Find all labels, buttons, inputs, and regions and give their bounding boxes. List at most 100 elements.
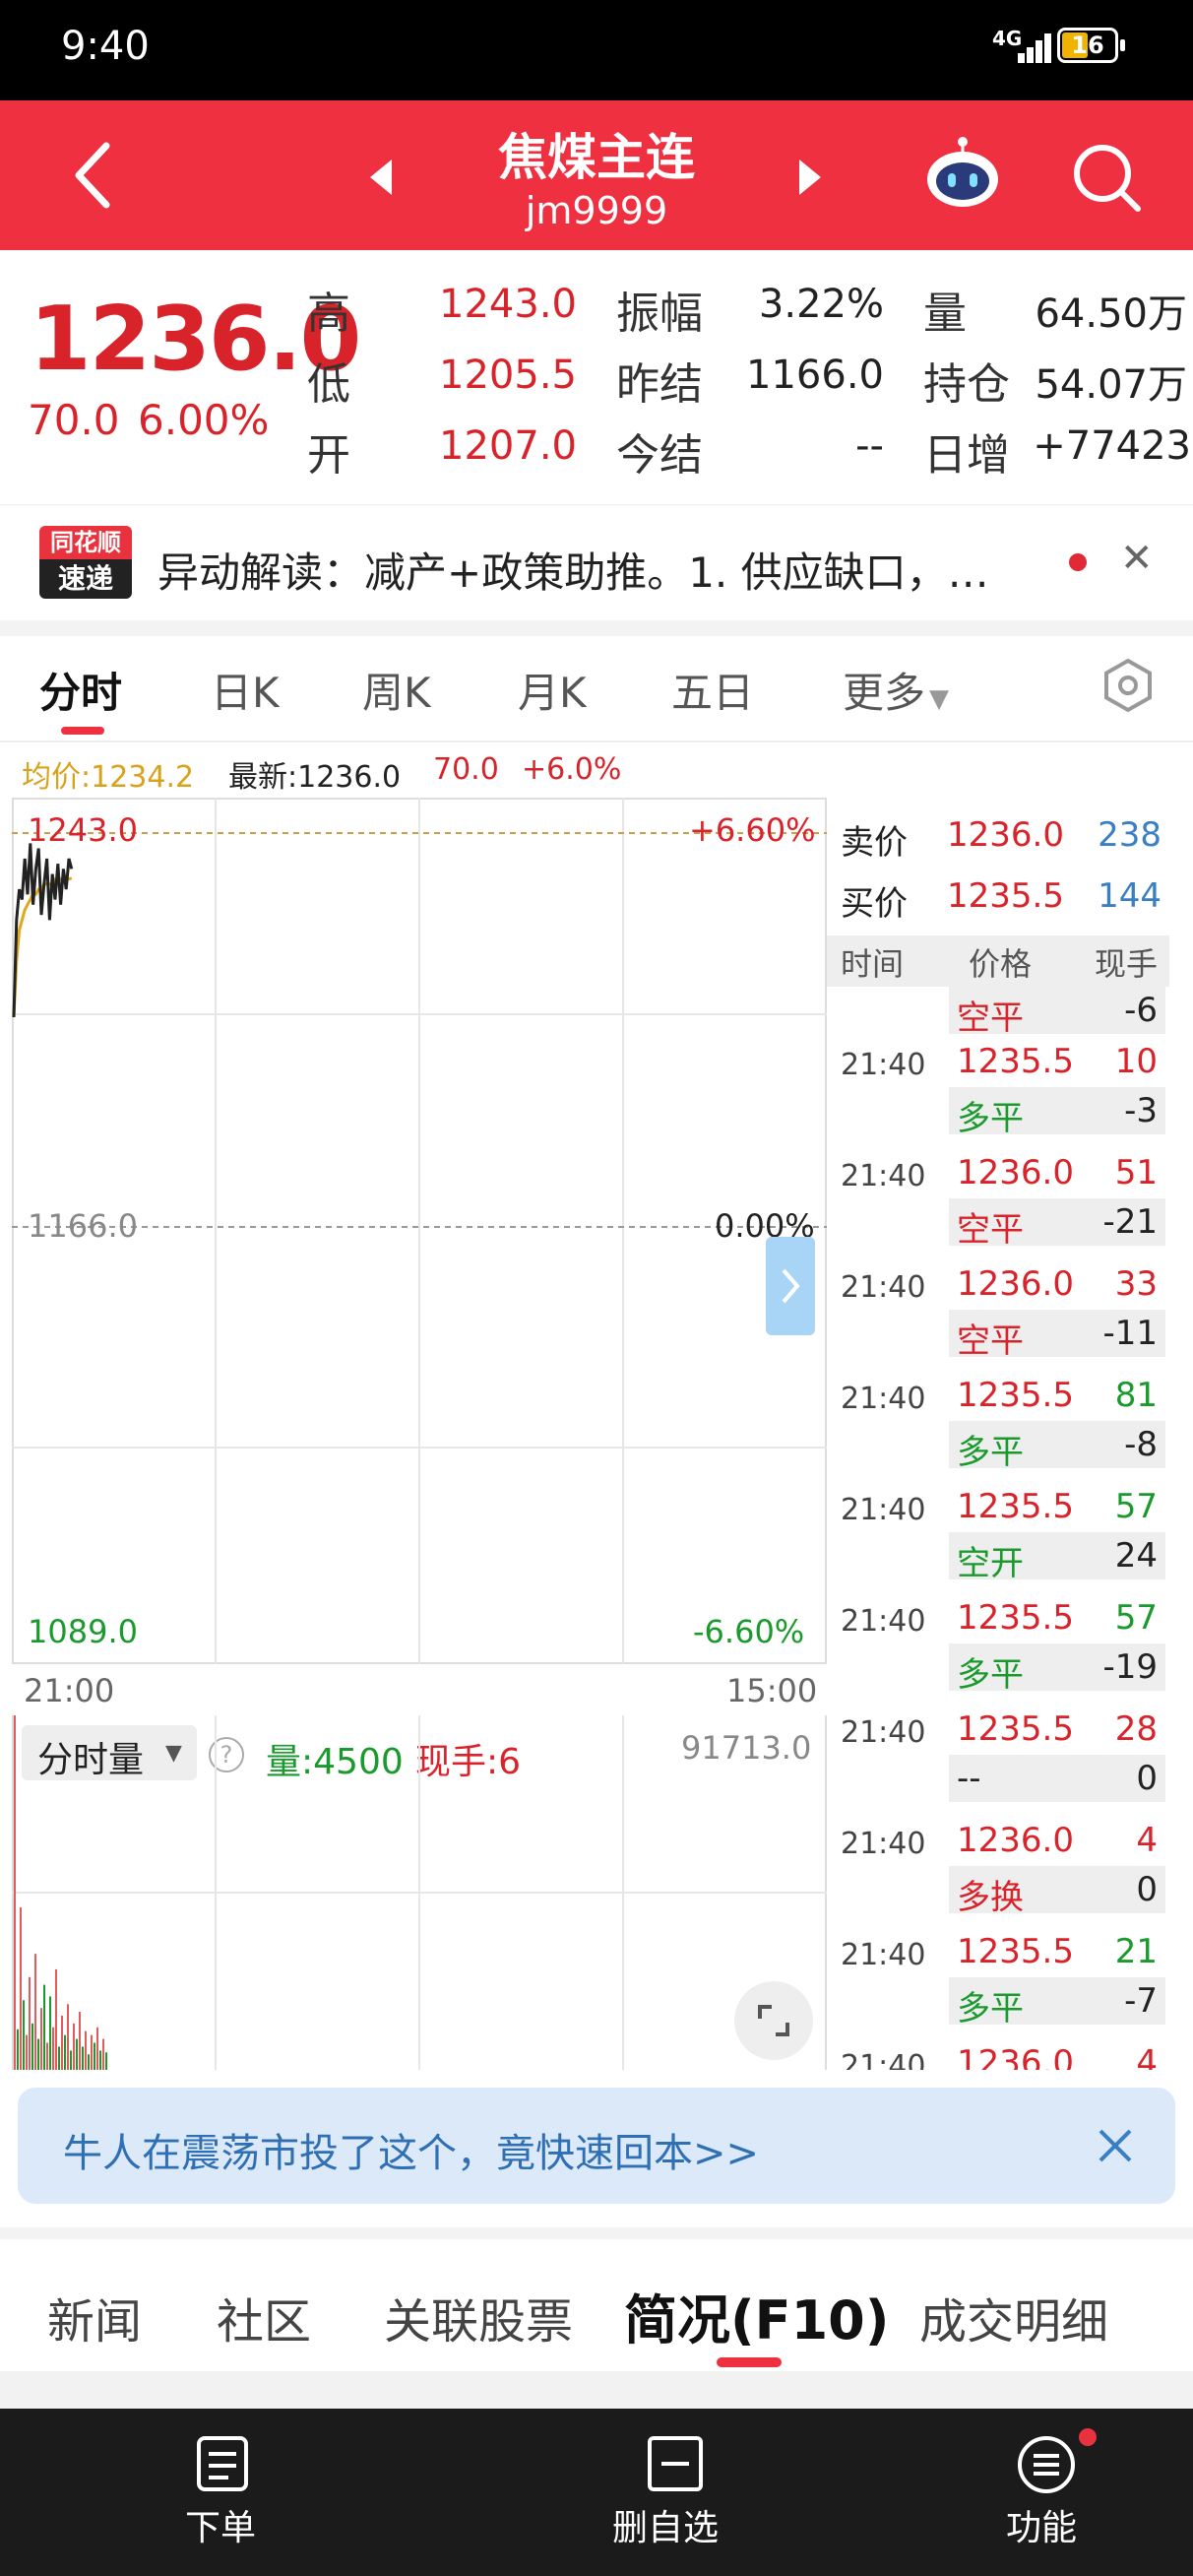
trade-pos: -11: [1102, 1314, 1158, 1353]
trade-pos: -3: [1124, 1091, 1158, 1130]
ask-qty: 238: [1098, 815, 1162, 855]
menu-circle-icon: [1018, 2436, 1075, 2493]
function-label: 功能: [1006, 2508, 1078, 2548]
axis-bottom-price: 1089.0: [28, 1613, 138, 1650]
tab-more[interactable]: 更多 ▼: [843, 660, 949, 720]
trade-time: 21:40: [841, 1382, 926, 1416]
trade-pos: 24: [1114, 1536, 1158, 1576]
tab-profile-f10[interactable]: 简况(F10): [624, 2277, 889, 2354]
tab-monthly-k[interactable]: 月K: [518, 660, 587, 720]
trade-price: 1236.0: [957, 2043, 1074, 2070]
volume-bar: [23, 2000, 25, 2070]
news-headline[interactable]: 异动解读：减产+政策助推。1. 供应缺口，…: [157, 540, 989, 600]
volume-chart[interactable]: [12, 1715, 827, 2070]
trade-pos: 0: [1136, 1759, 1158, 1798]
high-value: 1243.0: [439, 282, 577, 327]
trade-time: 21:40: [841, 1938, 926, 1972]
amplitude-label: 振幅: [616, 289, 703, 339]
next-contract-icon[interactable]: [795, 158, 825, 197]
trade-time: 21:40: [841, 1048, 926, 1082]
fullscreen-button[interactable]: [734, 1981, 813, 2060]
tab-trade-detail[interactable]: 成交明细: [919, 2283, 1108, 2351]
prev-settle-label: 昨结: [616, 359, 703, 410]
volume-bar: [88, 2054, 90, 2070]
header-time: 时间: [841, 945, 905, 983]
robot-assistant-icon[interactable]: [921, 134, 1004, 217]
trade-qty: 57: [1114, 1487, 1158, 1526]
volume-bar: [82, 2046, 84, 2070]
trade-type: 空平: [957, 1210, 1024, 1250]
volume-bar: [34, 1954, 36, 2070]
minus-box-icon: [648, 2436, 703, 2491]
signal-icon: [1018, 32, 1053, 63]
volume-bar: [49, 1996, 51, 2070]
volume-bar: [102, 2038, 104, 2070]
axis-bottom-pct: -6.60%: [693, 1613, 805, 1650]
volume-bar: [46, 2042, 48, 2070]
latest-price-label: 最新:1236.0: [228, 760, 402, 795]
volume-bar: [96, 2027, 98, 2070]
info-change: 70.0: [433, 752, 499, 787]
trade-qty: 4: [1136, 2043, 1158, 2070]
close-icon[interactable]: [1097, 2127, 1134, 2164]
trade-qty: 57: [1114, 1598, 1158, 1638]
active-tab-indicator: [717, 2357, 782, 2367]
trade-type: 空平: [957, 1321, 1024, 1361]
high-label: 高: [307, 289, 350, 339]
trade-time: 21:40: [841, 1604, 926, 1639]
trade-time: 21:40: [841, 2049, 926, 2070]
bid-label: 买价: [841, 884, 908, 924]
trade-qty: 81: [1114, 1376, 1158, 1415]
volume-bar: [43, 1984, 45, 2070]
settings-icon[interactable]: [1100, 658, 1156, 713]
volume-label: 量: [923, 289, 967, 339]
battery-icon: 16: [1057, 28, 1118, 63]
tab-community[interactable]: 社区: [217, 2283, 311, 2351]
volume-bar: [58, 2046, 60, 2070]
low-value: 1205.5: [439, 353, 577, 398]
trade-type: 多平: [957, 1655, 1024, 1695]
tab-related-stocks[interactable]: 关联股票: [384, 2283, 573, 2351]
price-change: 70.0: [28, 396, 120, 444]
volume-bar: [40, 2008, 42, 2070]
tab-daily-k[interactable]: 日K: [211, 660, 280, 720]
trade-type: 空平: [957, 998, 1024, 1038]
axis-top-price: 1243.0: [28, 811, 138, 849]
tab-five-day[interactable]: 五日: [671, 660, 754, 720]
trade-price: 1235.5: [957, 1042, 1074, 1081]
open-value: 1207.0: [439, 423, 577, 469]
trade-type: 多平: [957, 1099, 1024, 1138]
ask-price: 1236.0: [947, 815, 1064, 855]
search-icon[interactable]: [1069, 140, 1144, 215]
trades-list[interactable]: 空平 -6 21:40 1235.5 10 多平 -3 21:40 1236.0 51 空平 -2…: [827, 987, 1181, 2070]
unread-dot: [1069, 553, 1087, 571]
promo-banner[interactable]: 牛人在震荡市投了这个，竟快速回本>>: [18, 2088, 1175, 2204]
ask-label: 卖价: [841, 823, 908, 863]
order-label: 下单: [185, 2508, 257, 2548]
promo-text: 牛人在震荡市投了这个，竟快速回本>>: [63, 2131, 760, 2176]
active-tab-indicator: [61, 727, 104, 735]
trade-type: 多换: [957, 1878, 1024, 1917]
close-icon[interactable]: ✕: [1120, 536, 1154, 581]
trade-type: 多平: [957, 1989, 1024, 2029]
tab-intraday[interactable]: 分时: [39, 660, 122, 720]
expand-orderbook-button[interactable]: [766, 1237, 815, 1335]
volume-bar: [55, 1968, 57, 2070]
trade-price: 1235.5: [957, 1487, 1074, 1526]
volume-bar: [64, 2034, 66, 2070]
volume-bar: [91, 2034, 93, 2070]
trade-type: 空开: [957, 1544, 1024, 1583]
volume-bar: [73, 2023, 75, 2070]
tab-weekly-k[interactable]: 周K: [362, 660, 431, 720]
back-icon[interactable]: [69, 140, 118, 211]
tab-news[interactable]: 新闻: [47, 2283, 142, 2351]
volume-bar: [79, 2012, 81, 2070]
volume-bar: [70, 2050, 72, 2070]
volume-bar: [29, 1976, 31, 2070]
volume-bar: [67, 2004, 69, 2070]
trade-price: 1235.5: [957, 1598, 1074, 1638]
trade-price: 1235.5: [957, 1709, 1074, 1749]
trade-qty: 28: [1114, 1709, 1158, 1749]
daily-increase-value: +77423: [1033, 423, 1191, 469]
status-time: 9:40: [61, 24, 150, 69]
